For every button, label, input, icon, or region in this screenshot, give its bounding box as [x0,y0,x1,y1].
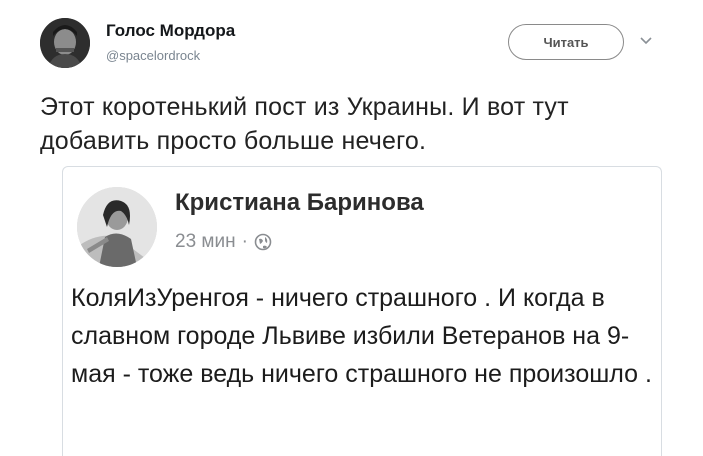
quoted-post-card[interactable]: Кристиана Баринова 23 мин · КоляИзУренго… [62,166,662,456]
quoted-author-avatar [77,187,157,267]
author-name[interactable]: Голос Мордора [106,21,235,41]
author-handle[interactable]: @spacelordrock [106,48,200,63]
quoted-post-meta: 23 мин · [175,231,272,253]
tweet-text: Этот коротенький пост из Украины. И вот … [40,93,569,155]
globe-icon [254,233,272,251]
author-avatar[interactable] [40,18,90,68]
chevron-down-icon[interactable] [637,32,655,50]
meta-separator: · [241,231,248,252]
quoted-post-text: КоляИзУренгоя - ничего страшного . И ког… [71,284,652,388]
quoted-author-name: Кристиана Баринова [175,189,424,216]
post-time: 23 мин [175,231,236,252]
follow-button[interactable]: Читать [508,24,624,60]
